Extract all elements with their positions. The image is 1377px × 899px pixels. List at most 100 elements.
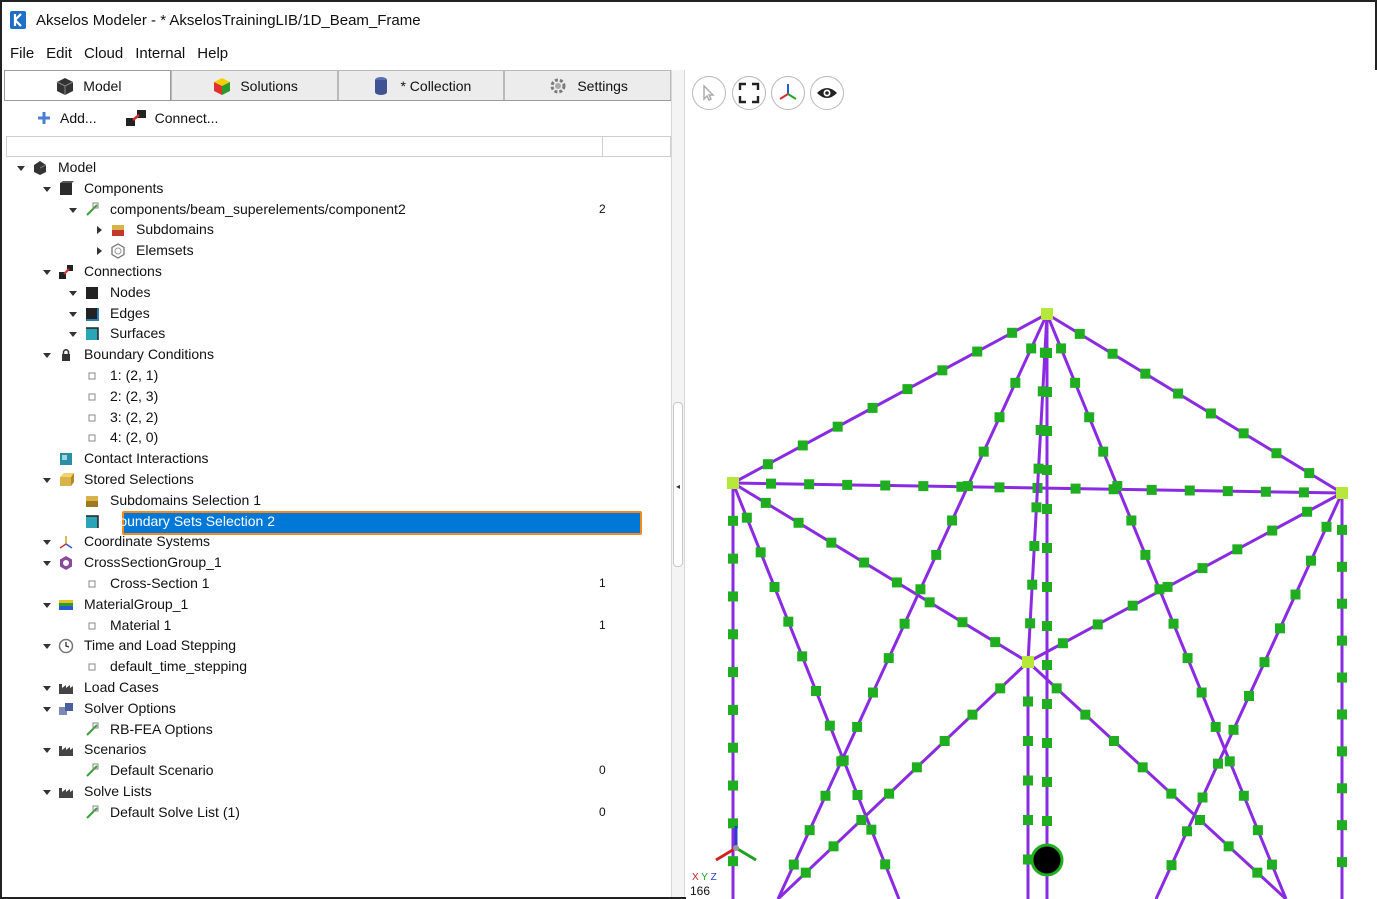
mesh-node[interactable] <box>820 790 831 801</box>
mesh-node[interactable] <box>852 790 863 800</box>
expand-down-arrow-icon[interactable] <box>42 350 52 360</box>
tree-row-cross-section-1[interactable]: Cross-Section 1 1 <box>4 574 644 594</box>
mesh-node[interactable] <box>1238 790 1249 801</box>
mesh-node[interactable] <box>832 421 843 432</box>
mesh-node[interactable] <box>1023 815 1033 825</box>
mesh-node[interactable] <box>1109 736 1119 746</box>
tree-row-boundary-conditions[interactable]: Boundary Conditions <box>4 345 644 365</box>
tree-row-subdomains-selection-1[interactable]: Subdomains Selection 1 <box>4 491 644 511</box>
mesh-node[interactable] <box>828 841 839 852</box>
beam-element[interactable] <box>1027 491 1343 664</box>
mesh-node[interactable] <box>1260 486 1271 497</box>
corner-node[interactable] <box>1022 656 1034 668</box>
expand-down-arrow-icon[interactable] <box>16 163 26 173</box>
expand-down-arrow-icon[interactable] <box>68 205 78 215</box>
tree-row-1-2-1[interactable]: 1: (2, 1) <box>4 366 644 386</box>
mesh-node[interactable] <box>1146 484 1157 495</box>
mesh-node[interactable] <box>1027 579 1038 590</box>
mesh-node[interactable] <box>1137 762 1148 773</box>
tree-row-load-cases[interactable]: Load Cases <box>4 678 644 698</box>
mesh-node[interactable] <box>1337 524 1347 535</box>
mesh-node[interactable] <box>1213 758 1223 769</box>
tree-row-elemsets[interactable]: Elemsets <box>4 241 644 261</box>
mesh-node[interactable] <box>1042 465 1052 475</box>
mesh-node[interactable] <box>769 582 780 592</box>
mesh-node[interactable] <box>1337 635 1347 646</box>
menu-cloud[interactable]: Cloud <box>84 45 123 62</box>
mesh-node[interactable] <box>939 736 950 746</box>
expand-down-arrow-icon[interactable] <box>42 184 52 194</box>
mesh-node[interactable] <box>728 629 738 640</box>
tree-row-3-2-2[interactable]: 3: (2, 2) <box>4 408 644 428</box>
mesh-node[interactable] <box>1127 600 1138 611</box>
mesh-node[interactable] <box>884 788 895 799</box>
mesh-node[interactable] <box>1182 826 1192 837</box>
mesh-node[interactable] <box>1223 841 1234 852</box>
mesh-node[interactable] <box>1029 541 1040 551</box>
mesh-node[interactable] <box>842 479 853 490</box>
mesh-node[interactable] <box>1252 867 1263 878</box>
mesh-node[interactable] <box>728 704 738 715</box>
corner-node[interactable] <box>727 477 739 489</box>
mesh-node[interactable] <box>880 480 891 491</box>
mesh-node[interactable] <box>995 683 1006 694</box>
menu-file[interactable]: File <box>10 45 34 62</box>
expand-down-arrow-icon[interactable] <box>68 329 78 339</box>
mesh-node[interactable] <box>1026 343 1037 354</box>
tree-row-connections[interactable]: Connections <box>4 262 644 282</box>
mesh-node[interactable] <box>918 481 929 492</box>
mesh-node[interactable] <box>728 553 738 564</box>
mesh-node[interactable] <box>1266 859 1277 870</box>
beam-frame-model[interactable] <box>686 70 1377 899</box>
mesh-node[interactable] <box>1023 696 1033 707</box>
mesh-node[interactable] <box>1042 699 1052 709</box>
tree-row-subdomains[interactable]: Subdomains <box>4 220 644 240</box>
mesh-node[interactable] <box>1154 584 1165 595</box>
mesh-node[interactable] <box>1042 504 1052 514</box>
mesh-node[interactable] <box>728 591 738 602</box>
mesh-node[interactable] <box>1275 623 1285 634</box>
tab-solutions[interactable]: Solutions <box>170 70 338 100</box>
mesh-node[interactable] <box>852 721 863 732</box>
mesh-node[interactable] <box>728 780 738 791</box>
tree-row-solve-lists[interactable]: Solve Lists <box>4 782 644 802</box>
collapse-right-arrow-icon[interactable] <box>94 246 104 256</box>
tree-row-stored-selections[interactable]: Stored Selections <box>4 470 644 490</box>
tab-settings[interactable]: Settings <box>504 70 671 100</box>
tree-row-default-time-stepping[interactable]: default_time_stepping <box>4 657 644 677</box>
mesh-node[interactable] <box>797 440 808 451</box>
mesh-node[interactable] <box>1224 756 1235 767</box>
mesh-node[interactable] <box>924 597 935 608</box>
mesh-node[interactable] <box>1337 783 1347 794</box>
mesh-node[interactable] <box>1267 525 1278 536</box>
mesh-node[interactable] <box>728 742 738 753</box>
mesh-node[interactable] <box>962 481 973 492</box>
mesh-node[interactable] <box>1337 709 1347 720</box>
mesh-node[interactable] <box>931 549 942 560</box>
expand-down-arrow-icon[interactable] <box>68 309 78 319</box>
mesh-node[interactable] <box>728 515 738 526</box>
mesh-node[interactable] <box>1051 683 1062 694</box>
beam-element[interactable] <box>1045 313 1288 899</box>
mesh-node[interactable] <box>1168 618 1179 629</box>
mesh-node[interactable] <box>1182 653 1193 664</box>
mesh-node[interactable] <box>1042 387 1052 397</box>
mesh-node[interactable] <box>1304 468 1315 479</box>
mesh-node[interactable] <box>1098 446 1109 457</box>
mesh-node[interactable] <box>1197 792 1208 803</box>
mesh-node[interactable] <box>1025 618 1036 629</box>
tree-row-default-solve-list-1[interactable]: Default Solve List (1) 0 <box>4 803 644 823</box>
mesh-node[interactable] <box>1238 428 1249 439</box>
tree-row-surfaces[interactable]: Surfaces <box>4 324 644 344</box>
mesh-node[interactable] <box>788 859 799 870</box>
mesh-node[interactable] <box>1056 343 1067 354</box>
mesh-node[interactable] <box>1166 860 1177 871</box>
mesh-node[interactable] <box>1070 483 1081 494</box>
tree-row-model[interactable]: Model <box>4 158 644 178</box>
expand-down-arrow-icon[interactable] <box>42 704 52 714</box>
mesh-node[interactable] <box>937 365 948 376</box>
mesh-node[interactable] <box>1252 825 1263 836</box>
menu-edit[interactable]: Edit <box>46 45 72 62</box>
mesh-node[interactable] <box>811 686 821 696</box>
connect-button[interactable]: Connect... <box>125 109 218 127</box>
